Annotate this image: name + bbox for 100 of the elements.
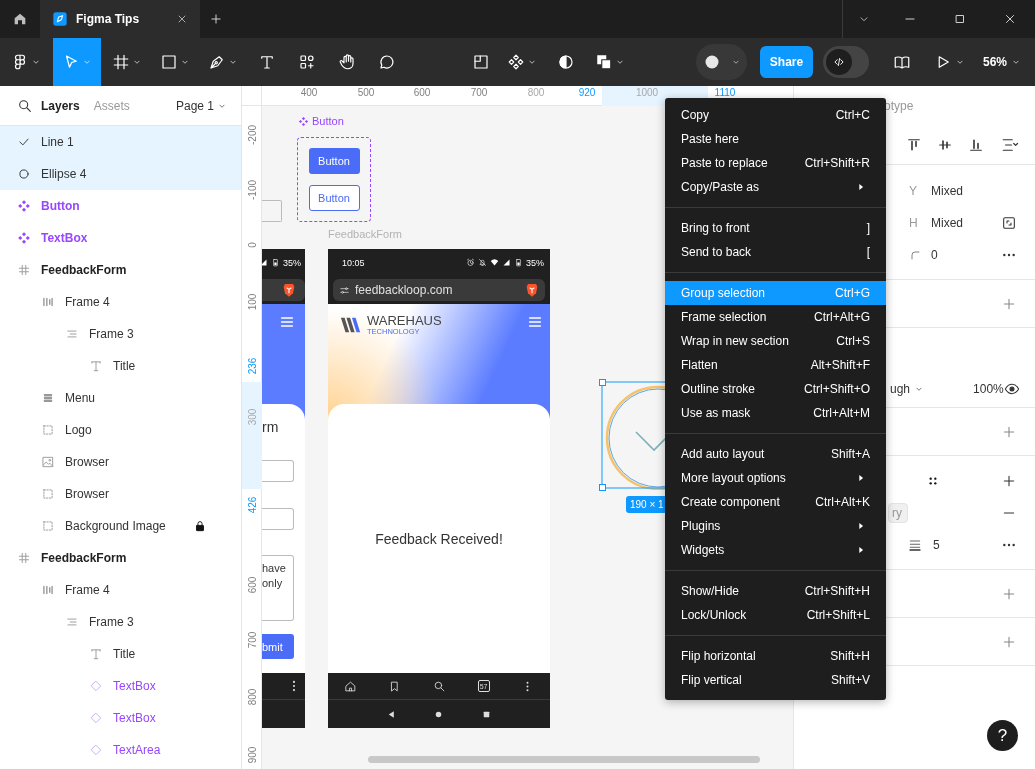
menu-item[interactable]: More layout options: [665, 466, 886, 490]
align-top-icon[interactable]: [906, 137, 922, 153]
layer-row[interactable]: Background Image: [0, 510, 241, 542]
layer-row[interactable]: Button: [0, 190, 241, 222]
profile-button[interactable]: [696, 44, 747, 80]
field-value[interactable]: Mixed: [931, 216, 963, 230]
search-icon[interactable]: [17, 97, 33, 114]
menu-item[interactable]: Bring to front ]: [665, 216, 886, 240]
menu-item[interactable]: Copy/Paste as: [665, 175, 886, 199]
shapes-icon: [298, 53, 316, 71]
frame-label: FeedbackForm: [328, 228, 402, 240]
ruler-label: 426: [246, 496, 258, 514]
menu-item[interactable]: Create component Ctrl+Alt+K: [665, 490, 886, 514]
dashed-square-icon: [41, 519, 55, 533]
horizontal-lines-icon: [65, 615, 79, 629]
search-icon[interactable]: [433, 679, 446, 693]
layer-row[interactable]: Frame 4: [0, 286, 241, 318]
menu-item[interactable]: Outline stroke Ctrl+Shift+O: [665, 377, 886, 401]
panel-tab[interactable]: Layers: [41, 98, 86, 113]
field-value[interactable]: 0: [931, 248, 938, 262]
shield-icon: [524, 282, 540, 298]
menu-item[interactable]: Flip vertical Shift+V: [665, 668, 886, 692]
layer-row[interactable]: TextBox: [0, 702, 241, 734]
eye-icon[interactable]: [1003, 381, 1020, 397]
lock-icon[interactable]: [193, 519, 207, 533]
menu-item[interactable]: Show/Hide Ctrl+Shift+H: [665, 579, 886, 603]
ruler-label: 236: [246, 357, 258, 375]
button[interactable]: Button: [308, 148, 360, 174]
size-badge: 190 × 1: [626, 496, 667, 513]
layer-row[interactable]: Frame 4: [0, 574, 241, 606]
horizontal-lines-icon: [65, 327, 79, 341]
menu-item[interactable]: Flatten Alt+Shift+F: [665, 353, 886, 377]
menu-icon[interactable]: [527, 314, 543, 330]
menu-item[interactable]: Wrap in new section Ctrl+S: [665, 329, 886, 353]
text-line: have: [262, 561, 287, 576]
submit-button[interactable]: bmit: [262, 634, 294, 659]
close-icon[interactable]: [176, 13, 188, 25]
layer-row[interactable]: TextBox: [0, 670, 241, 702]
layer-row[interactable]: Frame 3: [0, 606, 241, 638]
layer-row[interactable]: Title: [0, 638, 241, 670]
shortcut-label: Ctrl+Alt+K: [815, 495, 870, 509]
layer-row[interactable]: Browser: [0, 446, 241, 478]
menu-item[interactable]: Copy Ctrl+C: [665, 103, 886, 127]
home-icon[interactable]: [343, 679, 357, 693]
dev-mode-toggle[interactable]: [823, 46, 869, 78]
shortcut-label: ]: [866, 221, 870, 235]
menu-item[interactable]: Lock/Unlock Ctrl+Shift+L: [665, 603, 886, 627]
wifi-icon: [490, 258, 499, 267]
layer-row[interactable]: Frame 3: [0, 318, 241, 350]
blend-dropdown[interactable]: ugh: [890, 382, 925, 396]
resize-icon[interactable]: [1001, 215, 1017, 231]
menu-item[interactable]: Paste to replace Ctrl+Shift+R: [665, 151, 886, 175]
align-bottom-icon[interactable]: [968, 137, 984, 153]
page-dropdown[interactable]: Page 1: [175, 98, 227, 113]
layer-row[interactable]: Browser: [0, 478, 241, 510]
ruler-label: -100: [246, 180, 258, 200]
layer-row[interactable]: Ellipse 4: [0, 158, 241, 190]
button[interactable]: Button: [308, 185, 360, 211]
shortcut-label: Shift+H: [830, 649, 870, 663]
sliders-icon: [339, 284, 350, 296]
opacity-value[interactable]: 100%: [973, 382, 1004, 396]
zoom-menu[interactable]: 56%: [977, 55, 1027, 69]
file-tab[interactable]: Figma Tips: [40, 0, 200, 38]
layer-row[interactable]: FeedbackForm: [0, 254, 241, 286]
text-icon: [258, 53, 276, 71]
field-value[interactable]: 5: [933, 538, 940, 552]
menu-item[interactable]: Add auto layout Shift+A: [665, 442, 886, 466]
layer-row[interactable]: FeedbackForm: [0, 542, 241, 574]
scrollbar[interactable]: [368, 756, 760, 763]
layer-row[interactable]: Title: [0, 350, 241, 382]
field-value[interactable]: Mixed: [931, 184, 963, 198]
alarm-icon: [466, 258, 475, 267]
menu-item[interactable]: Use as mask Ctrl+Alt+M: [665, 401, 886, 425]
menu-item[interactable]: Flip horizontal Shift+H: [665, 644, 886, 668]
address-bar[interactable]: feedbackloop.com: [333, 279, 545, 301]
url-text: feedbackloop.com: [355, 283, 453, 297]
layer-row[interactable]: TextArea: [0, 734, 241, 766]
menu-item[interactable]: Send to back [: [665, 240, 886, 264]
layer-row[interactable]: Line 1: [0, 126, 241, 158]
clock-time: 10:05: [342, 257, 365, 268]
layer-row[interactable]: TextBox: [0, 222, 241, 254]
form-title: rm: [262, 418, 280, 436]
layer-row[interactable]: Logo: [0, 414, 241, 446]
image-icon: [41, 455, 55, 469]
menu-item[interactable]: Frame selection Ctrl+Alt+G: [665, 305, 886, 329]
menu-icon[interactable]: [279, 314, 295, 330]
plus-icon[interactable]: [1001, 473, 1017, 489]
shortcut-label: Ctrl+Shift+R: [804, 156, 870, 170]
vertical-bars-icon: [41, 295, 55, 309]
menu-item[interactable]: Paste here: [665, 127, 886, 151]
align-middle-icon[interactable]: [937, 137, 953, 153]
shortcut-label: Ctrl+Shift+O: [803, 382, 870, 396]
menu-item[interactable]: Plugins: [665, 514, 886, 538]
diamonds-icon: [17, 231, 31, 245]
ruler-label: 0: [246, 242, 258, 248]
vertical-bars-icon: [41, 583, 55, 597]
menu-item[interactable]: Widgets: [665, 538, 886, 562]
layer-row[interactable]: Menu: [0, 382, 241, 414]
shortcut-label: Ctrl+S: [836, 334, 870, 348]
pen-icon: [208, 53, 226, 71]
